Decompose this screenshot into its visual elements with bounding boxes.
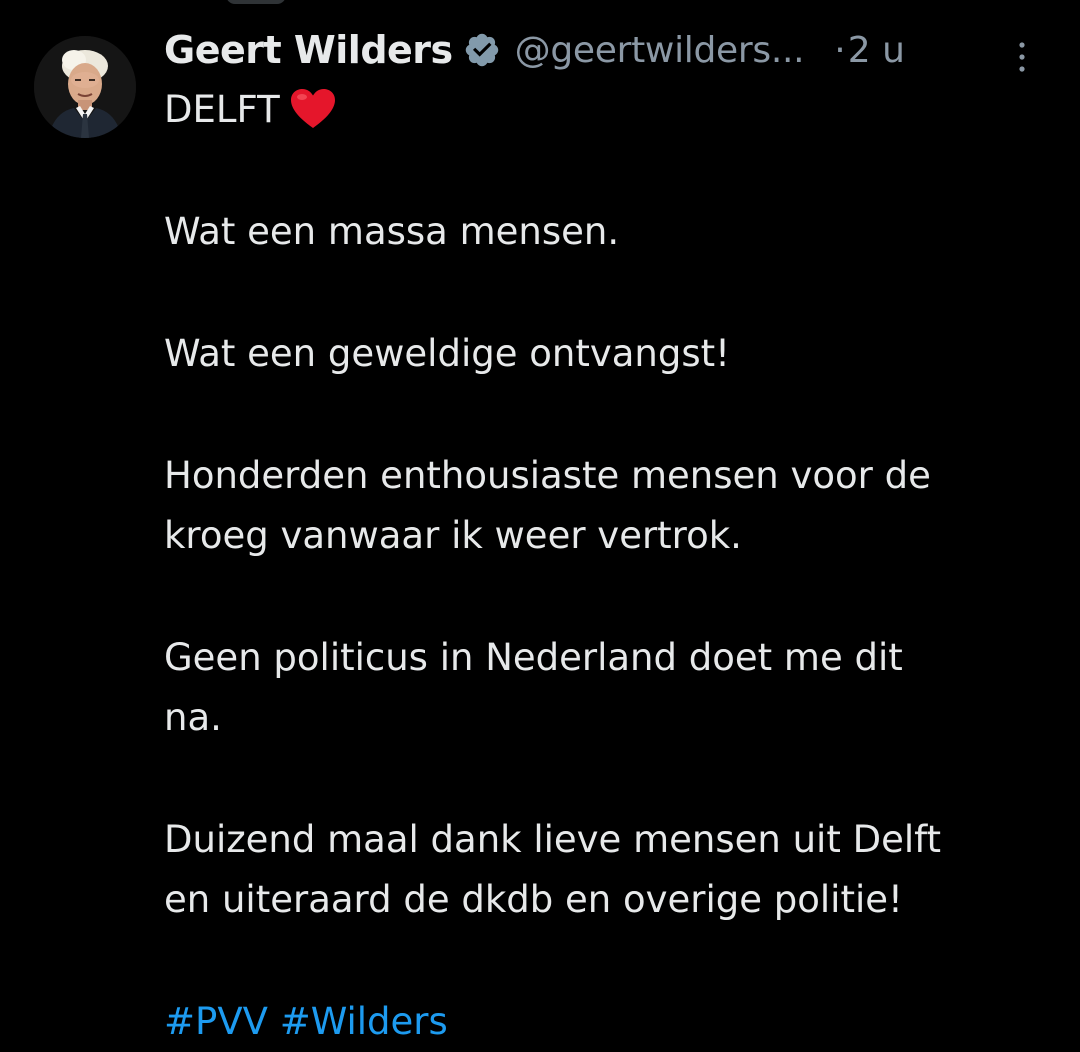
tweet-paragraph-6-line-2: en uiteraard de dkdb en overige politie! xyxy=(164,878,903,921)
hashtag-link-wilders[interactable]: #Wilders xyxy=(280,1000,448,1043)
tweet-paragraph-2: Wat een massa mensen. xyxy=(164,210,620,253)
tweet-header: Geert Wilders @geertwilders... · 2 u xyxy=(164,28,1044,72)
more-vertical-icon[interactable] xyxy=(1016,40,1028,74)
tweet-hashtags: #PVV #Wilders xyxy=(164,992,1044,1052)
tweet-paragraph-5-line-2: na. xyxy=(164,696,222,739)
hashtag-link-pvv[interactable]: #PVV xyxy=(164,1000,268,1043)
tweet-paragraph-3: Wat een geweldige ontvangst! xyxy=(164,332,730,375)
avatar-portrait-image xyxy=(34,36,136,138)
verified-badge-icon xyxy=(463,31,501,69)
author-display-name[interactable]: Geert Wilders xyxy=(164,28,453,72)
tweet-body: DELFT Wat een massa mensen. Wat een gewe… xyxy=(164,80,1044,1052)
tweet-line-1: DELFT xyxy=(164,80,1044,140)
tweet-paragraph-4-line-1: Honderden enthousiaste mensen voor de xyxy=(164,454,931,497)
tweet-first-line: DELFT xyxy=(164,88,280,131)
author-handle[interactable]: @geertwilders... xyxy=(515,30,805,71)
tweet-timestamp[interactable]: 2 u xyxy=(848,30,905,71)
tweet-paragraph-4-line-2: kroeg vanwaar ik weer vertrok. xyxy=(164,514,742,557)
previous-item-edge xyxy=(226,0,286,4)
red-heart-icon xyxy=(290,88,336,130)
avatar[interactable] xyxy=(34,36,136,138)
tweet-paragraph-6-line-1: Duizend maal dank lieve mensen uit Delft xyxy=(164,818,941,861)
separator-dot: · xyxy=(834,29,846,71)
tweet-paragraph-5-line-1: Geen politicus in Nederland doet me dit xyxy=(164,636,903,679)
